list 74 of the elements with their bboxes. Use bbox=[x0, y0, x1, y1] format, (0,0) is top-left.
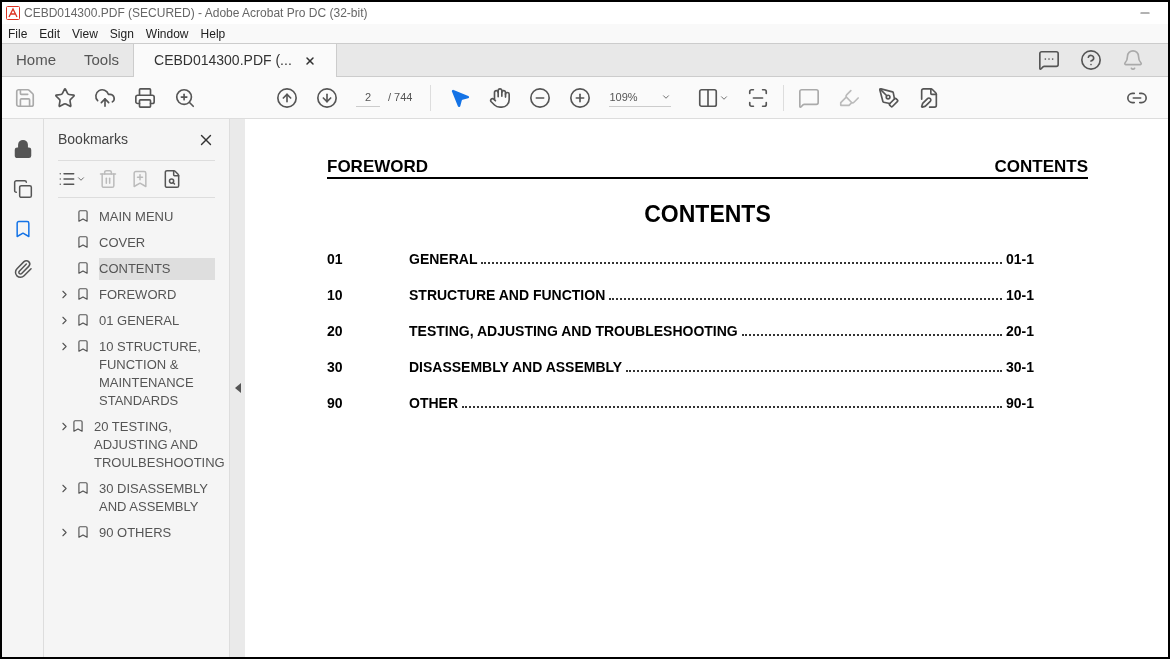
bookmark-icon bbox=[76, 339, 90, 353]
section-number: 90 bbox=[327, 393, 344, 412]
section-number: 01 bbox=[327, 249, 344, 268]
zoom-out-icon[interactable] bbox=[529, 86, 552, 109]
bookmark-icon bbox=[76, 481, 90, 495]
search-icon[interactable] bbox=[174, 86, 196, 109]
page-total: / 744 bbox=[388, 90, 413, 106]
menu-item[interactable]: Window bbox=[139, 24, 195, 43]
bookmark-item[interactable]: FOREWORD bbox=[99, 284, 215, 306]
section-number: 20 bbox=[327, 321, 344, 340]
panel-title: Bookmarks bbox=[58, 130, 129, 149]
bookmark-item[interactable]: 01 GENERAL bbox=[99, 310, 215, 332]
nav-tab[interactable]: Tools bbox=[70, 44, 134, 76]
section-title: DISASSEMBLY AND ASSEMBLY bbox=[409, 357, 623, 376]
menu-item[interactable]: Help bbox=[194, 24, 232, 43]
section-number: 30 bbox=[327, 357, 344, 376]
bookmark-icon bbox=[76, 235, 90, 249]
section-number: 10 bbox=[327, 285, 344, 304]
lock-icon[interactable] bbox=[12, 139, 33, 159]
page-reference: 30-1 bbox=[1005, 357, 1034, 376]
window-title: CEBD014300.PDF (SECURED) - Adobe Acrobat Pro DC (32-bit) bbox=[24, 5, 368, 22]
bookmark-item[interactable]: CONTENTS bbox=[99, 258, 215, 280]
page-title: CONTENTS bbox=[643, 200, 772, 229]
bookmark-icon bbox=[76, 313, 90, 327]
bookmark-item[interactable]: 10 STRUCTURE, FUNCTION & MAINTENANCE STANDARDS bbox=[99, 336, 215, 412]
menu-item[interactable]: Sign bbox=[103, 24, 140, 43]
zoom-in-icon[interactable] bbox=[569, 86, 592, 109]
bookmark-item[interactable]: 90 OTHERS bbox=[99, 522, 215, 544]
document-tab[interactable]: CEBD014300.PDF (... bbox=[133, 44, 337, 77]
comment-icon[interactable] bbox=[1038, 49, 1060, 71]
bookmark-item[interactable]: MAIN MENU bbox=[99, 206, 215, 228]
menu-item[interactable]: Edit bbox=[33, 24, 67, 43]
help-icon[interactable] bbox=[1080, 49, 1102, 71]
page-header: FOREWORD bbox=[327, 157, 429, 177]
app-logo-icon bbox=[6, 6, 20, 20]
page-header: CONTENTS bbox=[994, 157, 1088, 177]
page-reference: 90-1 bbox=[1005, 393, 1034, 412]
page-reference: 10-1 bbox=[1005, 285, 1034, 304]
find-bookmark-icon[interactable] bbox=[162, 169, 182, 189]
bookmark-icon bbox=[71, 419, 85, 433]
section-title: STRUCTURE AND FUNCTION bbox=[409, 285, 606, 304]
page-number-field[interactable]: 2 bbox=[356, 87, 380, 108]
section-title: TESTING, ADJUSTING AND TROUBLESHOOTING bbox=[409, 321, 738, 340]
bookmark-item[interactable]: COVER bbox=[99, 232, 215, 254]
caret-icon[interactable] bbox=[76, 174, 86, 184]
bookmark-icon bbox=[76, 287, 90, 301]
pen-icon[interactable] bbox=[878, 86, 901, 109]
section-title: OTHER bbox=[409, 393, 458, 412]
bookmark-item[interactable]: 30 DISASSEMBLY AND ASSEMBLY bbox=[99, 478, 215, 518]
page-reference: 01-1 bbox=[1005, 249, 1034, 268]
pages-icon[interactable] bbox=[12, 179, 33, 199]
caret-icon[interactable] bbox=[661, 92, 672, 102]
bookmark-icon bbox=[76, 525, 90, 539]
hand-icon[interactable] bbox=[489, 86, 512, 109]
menu-item[interactable]: View bbox=[66, 24, 104, 43]
page-display-icon[interactable] bbox=[697, 86, 720, 109]
attachment-icon[interactable] bbox=[12, 259, 33, 279]
upload-icon[interactable] bbox=[94, 86, 116, 109]
close-icon[interactable] bbox=[303, 54, 316, 67]
star-icon[interactable] bbox=[54, 86, 76, 109]
bookmark-item[interactable]: 20 TESTING, ADJUSTING AND TROULBESHOOTING bbox=[94, 416, 225, 474]
scroll-mode-icon[interactable] bbox=[747, 86, 770, 109]
section-title: GENERAL bbox=[409, 249, 478, 268]
zoom-field[interactable]: 109% bbox=[609, 87, 672, 108]
menu-item[interactable]: File bbox=[2, 24, 34, 43]
bookmark-icon bbox=[76, 261, 90, 275]
collapse-icon[interactable] bbox=[234, 383, 241, 393]
nav-tab[interactable]: Home bbox=[2, 44, 70, 76]
print-icon[interactable] bbox=[134, 86, 156, 109]
bookmark-icon bbox=[76, 209, 90, 223]
previous-page-icon[interactable] bbox=[276, 86, 298, 109]
next-page-icon[interactable] bbox=[316, 86, 338, 109]
page-reference: 20-1 bbox=[1005, 321, 1034, 340]
options-icon[interactable] bbox=[58, 170, 76, 188]
